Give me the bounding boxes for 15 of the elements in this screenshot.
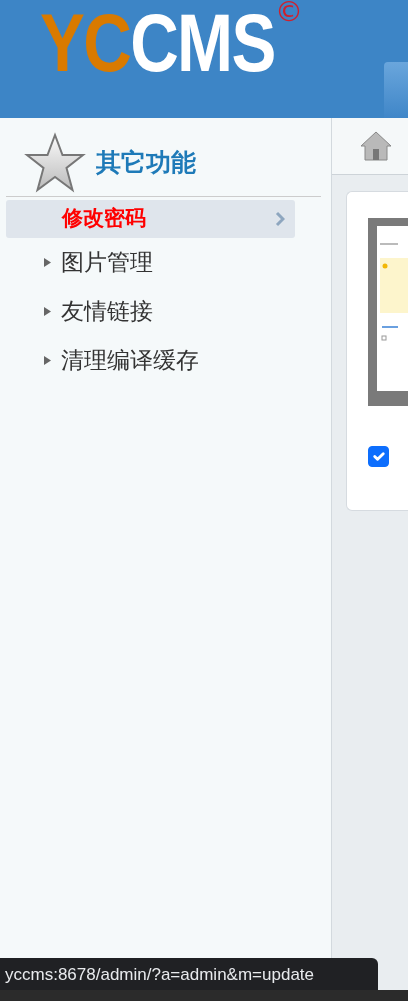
menu-item[interactable]: 图片管理: [0, 238, 331, 287]
copyright-mark: ©: [275, 0, 303, 26]
star-icon: [24, 132, 86, 194]
logo-text: YC: [40, 2, 131, 84]
logo-text: CMS: [130, 2, 275, 84]
chevron-icon: [275, 211, 285, 227]
menu-item[interactable]: 友情链接: [0, 287, 331, 336]
home-icon: [360, 131, 392, 161]
bullet-icon: [44, 307, 51, 316]
checkbox[interactable]: [368, 446, 389, 467]
status-url: yccms:8678/admin/?a=admin&m=update: [0, 958, 378, 990]
menu-item[interactable]: 清理编译缓存: [0, 336, 331, 385]
bullet-icon: [44, 356, 51, 365]
bullet-icon: [44, 258, 51, 267]
section-title: 其它功能: [96, 147, 196, 180]
